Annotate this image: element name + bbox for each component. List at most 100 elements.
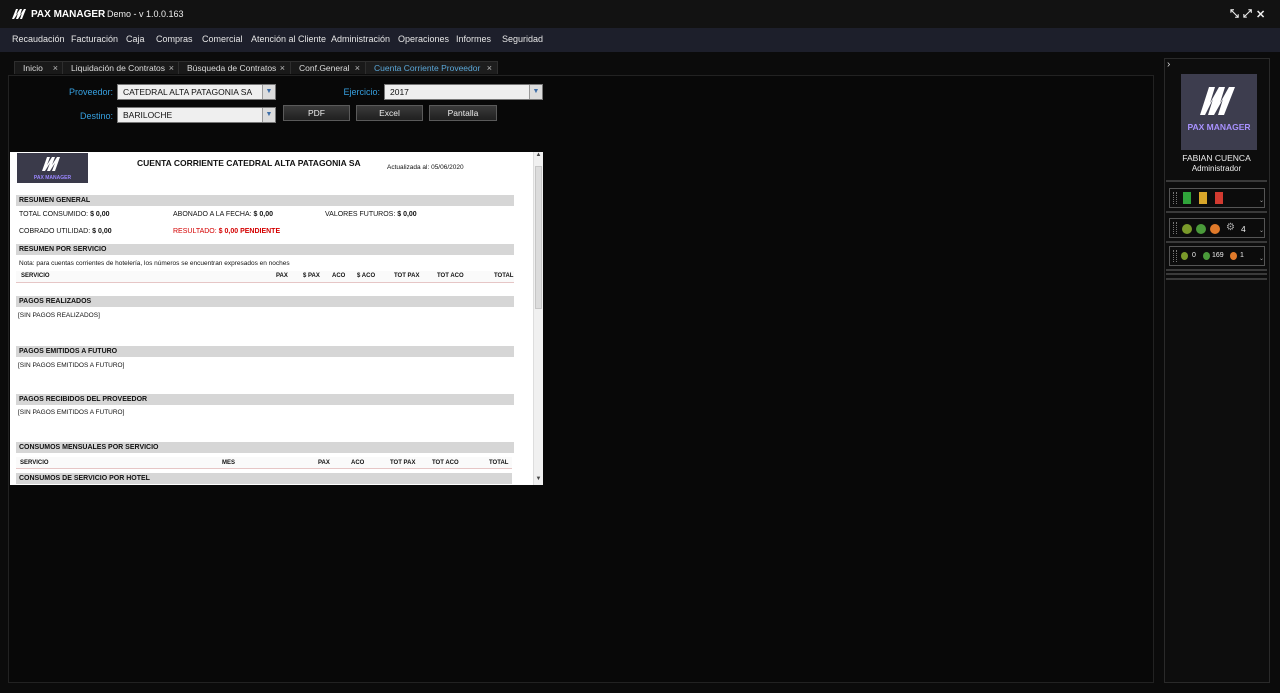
user-name: FABIAN CUENCA [1182, 153, 1251, 163]
col-pesos-pax: $ PAX [303, 273, 320, 279]
sidebar-divider [1166, 269, 1267, 271]
red-book-icon[interactable] [1215, 192, 1223, 204]
ejercicio-select[interactable]: 2017 ▼ [384, 84, 543, 100]
chevron-down-icon[interactable]: ▼ [262, 85, 275, 99]
menu-administracion[interactable]: Administración [331, 34, 390, 44]
sidebar-divider [1166, 241, 1267, 243]
col-tot-pax: TOT PAX [390, 460, 416, 466]
tab-close-icon[interactable]: × [280, 62, 285, 75]
menu-facturacion[interactable]: Facturación [71, 34, 118, 44]
menu-comercial[interactable]: Comercial [202, 34, 243, 44]
drag-handle-icon[interactable] [1173, 250, 1177, 262]
logo-mark-icon [42, 157, 60, 171]
menu-informes[interactable]: Informes [456, 34, 491, 44]
users-icon [1203, 252, 1210, 260]
pagos-recibidos-header: PAGOS RECIBIDOS DEL PROVEEDOR [16, 394, 514, 405]
fullscreen-icon[interactable]: ⤢ [1243, 8, 1252, 21]
menu-atencion-cliente[interactable]: Atención al Cliente [251, 34, 326, 44]
box-menu-icon[interactable]: ⌄ [1259, 227, 1264, 234]
proveedor-select[interactable]: CATEDRAL ALTA PATAGONIA SA ▼ [117, 84, 276, 100]
resumen-servicio-header: RESUMEN POR SERVICIO [16, 244, 514, 255]
col-pax: PAX [318, 460, 330, 466]
collapse-icon[interactable]: ⤡ [1230, 8, 1239, 21]
tab-close-icon[interactable]: × [53, 62, 58, 75]
users-icon[interactable] [1196, 224, 1206, 234]
module-shortcuts-box: ⌄ [1169, 188, 1265, 208]
count-2: 169 [1212, 252, 1224, 259]
tab-label: Inicio [23, 63, 43, 73]
drag-handle-icon[interactable] [1173, 192, 1177, 204]
menu-seguridad[interactable]: Seguridad [502, 34, 543, 44]
alert-icon[interactable] [1210, 224, 1220, 234]
excel-button[interactable]: Excel [356, 105, 423, 121]
tab-liquidacion-contratos[interactable]: Liquidación de Contratos × [62, 61, 180, 74]
tab-close-icon[interactable]: × [487, 62, 492, 75]
tab-cuenta-corriente-proveedor[interactable]: Cuenta Corriente Proveedor × [365, 61, 498, 74]
menu-compras[interactable]: Compras [156, 34, 193, 44]
report-logo: PAX MANAGER [17, 153, 88, 183]
col-tot-pax: TOT PAX [394, 273, 420, 279]
report-scrollbar[interactable]: ▲ ▼ [533, 152, 543, 485]
col-aco: ACO [332, 273, 346, 279]
menu-operaciones[interactable]: Operaciones [398, 34, 449, 44]
resultado-value: $ 0,00 PENDIENTE [218, 228, 281, 235]
consumos-hotel-header: CONSUMOS DE SERVICIO POR HOTEL [16, 473, 512, 484]
abonado-label: ABONADO A LA FECHA: [173, 211, 252, 218]
sidebar-logo: PAX MANAGER [1181, 74, 1257, 150]
destino-value: BARILOCHE [123, 110, 173, 120]
cobrado-label: COBRADO UTILIDAD: [19, 228, 91, 235]
consumos-mensuales-header: CONSUMOS MENSUALES POR SERVICIO [16, 442, 514, 453]
tab-close-icon[interactable]: × [355, 62, 360, 75]
menu-caja[interactable]: Caja [126, 34, 145, 44]
chevron-down-icon[interactable]: ▼ [529, 85, 542, 99]
ejercicio-value: 2017 [390, 87, 409, 97]
ejercicio-label: Ejercicio: [343, 87, 380, 97]
scroll-up-icon[interactable]: ▲ [534, 152, 543, 158]
yellow-book-icon[interactable] [1199, 192, 1207, 204]
col-tot-aco: TOT ACO [437, 273, 464, 279]
tab-label: Liquidación de Contratos [71, 63, 166, 73]
col-tot-aco: TOT ACO [432, 460, 459, 466]
sidebar-divider [1166, 273, 1267, 275]
tab-busqueda-contratos[interactable]: Búsqueda de Contratos × [178, 61, 291, 74]
scroll-thumb[interactable] [535, 166, 542, 309]
tab-label: Conf.General [299, 63, 350, 73]
valores-futuros-label: VALORES FUTUROS: [325, 211, 396, 218]
tab-inicio[interactable]: Inicio × [14, 61, 64, 74]
abonado-value: $ 0,00 [253, 211, 274, 218]
box-menu-icon[interactable]: ⌄ [1259, 255, 1264, 262]
sidebar-divider [1166, 211, 1267, 213]
col-pesos-aco: $ ACO [357, 273, 376, 279]
pagos-emitidos-header: PAGOS EMITIDOS A FUTURO [16, 346, 514, 357]
counters-box: ⚙ 4 ⌄ [1169, 218, 1265, 238]
pagos-realizados-header: PAGOS REALIZADOS [16, 296, 514, 307]
user-role: Administrador [1191, 164, 1242, 173]
drag-handle-icon[interactable] [1173, 222, 1177, 234]
pdf-button[interactable]: PDF [283, 105, 350, 121]
col-servicio: SERVICIO [21, 273, 50, 279]
green-book-icon[interactable] [1183, 192, 1191, 204]
tab-close-icon[interactable]: × [169, 62, 174, 75]
group-icon[interactable] [1182, 224, 1192, 234]
close-icon[interactable]: ✕ [1256, 8, 1265, 21]
title-bar [0, 0, 1280, 28]
resultado: RESULTADO: $ 0,00 PENDIENTE [173, 228, 280, 235]
box-menu-icon[interactable]: ⌄ [1259, 197, 1264, 204]
chevron-down-icon[interactable]: ▼ [262, 108, 275, 122]
destino-select[interactable]: BARILOCHE ▼ [117, 107, 276, 123]
sidebar-divider [1166, 180, 1267, 182]
pantalla-button[interactable]: Pantalla [429, 105, 497, 121]
tab-conf-general[interactable]: Conf.General × [290, 61, 366, 74]
col-mes: MES [222, 460, 236, 466]
counter-value: 4 [1241, 224, 1246, 234]
alert-icon [1230, 252, 1237, 260]
logo-mark-icon [12, 9, 26, 19]
report-updated: Actualizada al: 05/06/2020 [387, 164, 464, 171]
total-consumido-value: $ 0,00 [90, 211, 110, 218]
count-1: 0 [1192, 252, 1196, 259]
gear-icon[interactable]: ⚙ [1226, 222, 1235, 233]
destino-label: Destino: [79, 111, 113, 121]
sidebar-expand-icon[interactable]: › [1167, 59, 1170, 70]
menu-recaudacion[interactable]: Recaudación [12, 34, 65, 44]
scroll-down-icon[interactable]: ▼ [534, 476, 543, 482]
